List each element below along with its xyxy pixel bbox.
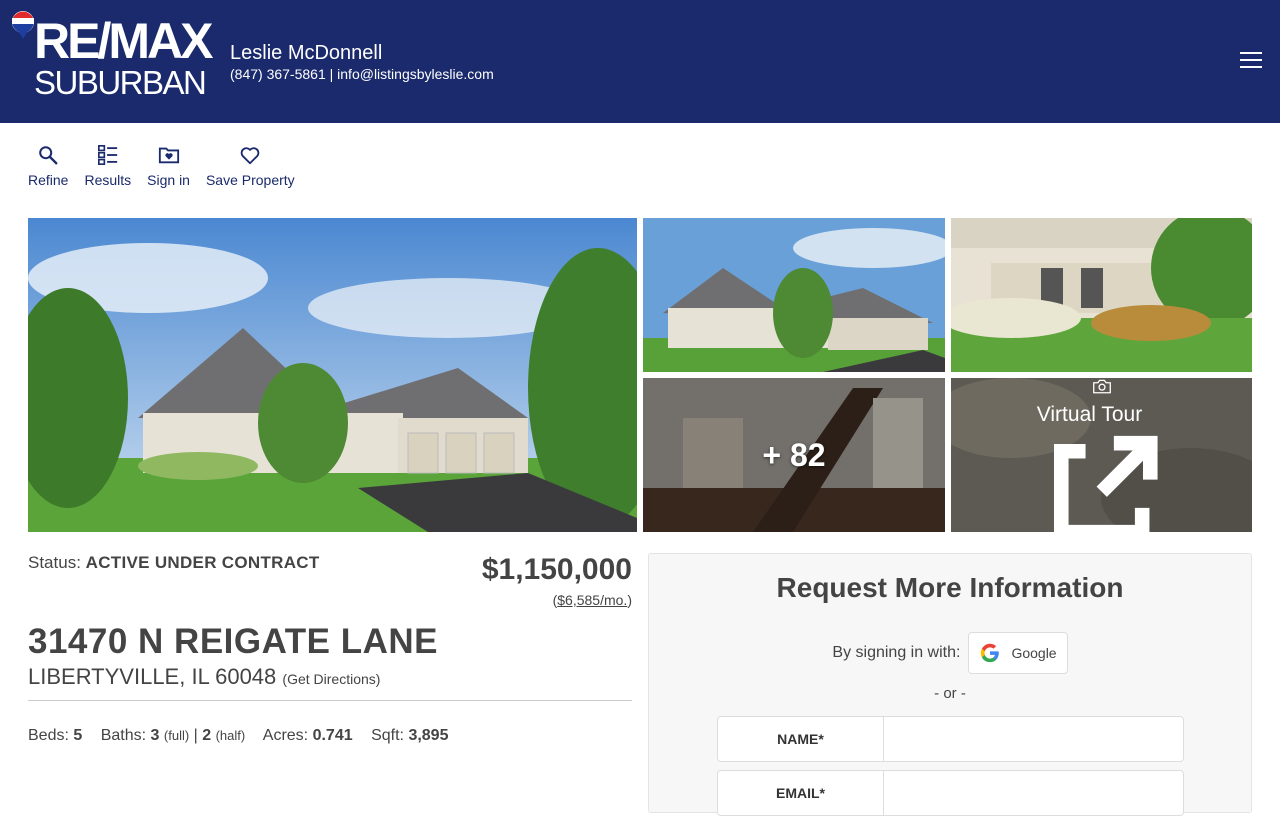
property-thumbnail-exterior[interactable] (643, 218, 945, 372)
listing-toolbar: Refine Results Sign in Save Property (28, 144, 295, 188)
save-property-button[interactable]: Save Property (206, 144, 295, 188)
request-info-title: Request More Information (776, 572, 1124, 603)
listing-price: $1,150,000 (481, 553, 632, 586)
virtual-tour-label: Virtual Tour (1037, 403, 1166, 532)
folder-heart-icon (158, 147, 179, 164)
list-icon (97, 145, 117, 165)
results-label: Results (84, 172, 132, 188)
name-field[interactable]: NAME* (717, 716, 1184, 762)
more-photos-count[interactable]: + 82 (643, 378, 945, 532)
request-info-panel: Request More Information By signing in w… (648, 553, 1252, 816)
results-button[interactable]: Results (84, 144, 131, 188)
google-label: Google (1011, 645, 1057, 661)
virtual-tour-overlay[interactable]: Virtual Tour (951, 378, 1252, 532)
virtual-tour-tile[interactable]: Virtual Tour (951, 378, 1252, 532)
social-signin-row: By signing in with: Google (649, 632, 1251, 674)
divider (28, 700, 632, 701)
status-value: ACTIVE UNDER CONTRACT (85, 553, 320, 572)
sign-in-button[interactable]: Sign in (147, 144, 190, 188)
agent-name: Leslie McDonnell (230, 42, 383, 64)
logo-text-suburban: SUBURBAN (34, 64, 207, 101)
email-label: EMAIL* (718, 771, 884, 815)
status-label: Status: (28, 553, 81, 572)
heart-icon (241, 147, 260, 165)
monthly-payment-link[interactable]: $6,585/mo. (557, 592, 627, 608)
refine-label: Refine (28, 172, 69, 188)
search-icon (39, 146, 58, 165)
or-separator: - or - (934, 685, 966, 702)
hamburger-menu-icon[interactable] (1240, 52, 1262, 72)
name-input[interactable] (884, 717, 1183, 761)
agent-contact[interactable]: (847) 367-5861 | info@listingsbyleslie.c… (230, 66, 494, 82)
property-thumbnail-interior[interactable]: + 82 (643, 378, 945, 532)
street-address: 31470 N REIGATE LANE (28, 622, 439, 661)
refine-button[interactable]: Refine (28, 144, 68, 188)
email-field[interactable]: EMAIL* (717, 770, 1184, 816)
acres-value: 0.741 (312, 727, 353, 744)
camera-icon (1092, 379, 1111, 394)
email-input[interactable] (884, 771, 1183, 815)
balloon-logo-icon (12, 11, 34, 39)
city-state-zip: LIBERTYVILLE, IL 60048 (Get Directions) (28, 664, 381, 689)
google-signin-button[interactable]: Google (968, 632, 1068, 674)
external-link-icon (1053, 435, 1158, 532)
logo-text-remax: RE/MAX (34, 13, 213, 69)
get-directions-link[interactable]: (Get Directions) (282, 671, 380, 687)
site-header: RE/MAX SUBURBAN Leslie McDonnell (847) 3… (0, 0, 1280, 123)
remax-logo[interactable]: RE/MAX SUBURBAN (10, 10, 213, 101)
main-property-photo[interactable] (28, 218, 637, 532)
save-property-label: Save Property (205, 172, 295, 188)
sqft-value: 3,895 (408, 727, 449, 744)
google-icon (981, 643, 1000, 663)
listing-status: Status: ACTIVE UNDER CONTRACT (28, 553, 320, 573)
property-thumbnail-porch[interactable] (951, 218, 1252, 372)
baths-full-value: 3 (150, 727, 160, 744)
name-label: NAME* (718, 717, 884, 761)
property-facts: Beds: 5 Baths: 3 (full) | 2 (half) Acres… (28, 727, 449, 744)
monthly-payment[interactable]: ($6,585/mo.) (553, 592, 632, 608)
signin-text: By signing in with: (832, 644, 961, 661)
sign-in-label: Sign in (147, 172, 190, 188)
beds-value: 5 (73, 727, 83, 744)
baths-half-value: 2 (202, 727, 212, 744)
